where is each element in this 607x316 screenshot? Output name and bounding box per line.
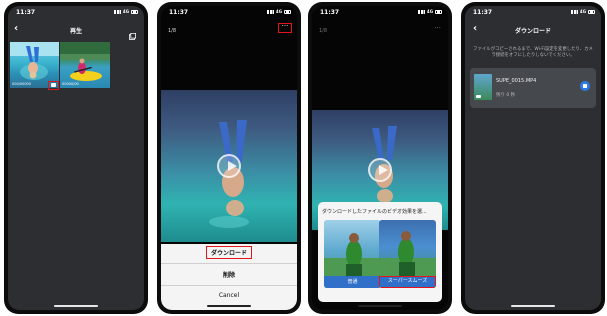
effect-dialog: ダウンロードしたファイルのビデオ効果を選... 普通 スーパースムーズ [318, 202, 442, 302]
cancel-option[interactable]: Cancel [161, 292, 297, 299]
network-label: 4G [275, 9, 282, 14]
play-icon[interactable] [368, 158, 392, 182]
photo-counter: 1/8 [168, 28, 177, 34]
thumb-label: 000/00000 [12, 82, 31, 86]
battery-icon [588, 9, 595, 14]
phone-menu: 11:37 4G 1/8 ··· ダウンロード 削除 Cancel [157, 2, 301, 314]
thumbnail-2[interactable]: 00000/00 [60, 42, 110, 88]
status-icons: 4G [266, 9, 291, 14]
network-label: 4G [579, 9, 586, 14]
download-warning: ファイルがコピーされるまで、Wi-Fi設定を変更したり、カメラ接続をオフにしたり… [473, 47, 593, 58]
status-time: 11:37 [320, 9, 340, 16]
divider [161, 263, 297, 264]
option-normal-label: 普通 [324, 276, 381, 288]
page-title: ダウンロード [514, 28, 551, 35]
home-indicator [511, 305, 555, 307]
time-remaining: 残り 0 秒 [496, 93, 516, 98]
divider [161, 285, 297, 286]
download-option[interactable]: ダウンロード [161, 246, 297, 260]
video-icon [51, 83, 56, 87]
home-indicator [358, 305, 402, 307]
option-normal[interactable]: 普通 [324, 220, 381, 288]
dialog-title: ダウンロードしたファイルのビデオ効果を選... [322, 209, 427, 215]
screen-download: 11:37 4G ‹ ダウンロード ファイルがコピーされるまで、Wi-Fi設定を… [465, 6, 601, 310]
status-icons: 4G [113, 9, 138, 14]
phone-download: 11:37 4G ‹ ダウンロード ファイルがコピーされるまで、Wi-Fi設定を… [461, 2, 605, 314]
status-time: 11:37 [16, 9, 36, 16]
delete-option[interactable]: 削除 [161, 270, 297, 279]
home-indicator [207, 305, 251, 307]
page-title: 再生 [69, 28, 82, 35]
option-super-smooth-label: スーパースムーズ [379, 276, 436, 288]
network-label: 4G [426, 9, 433, 14]
battery-icon [435, 9, 442, 14]
photo-counter: 1/8 [319, 28, 328, 34]
file-thumbnail [474, 74, 492, 100]
thumb-label: 00000/00 [62, 82, 79, 86]
download-icon[interactable] [129, 25, 137, 40]
home-indicator [54, 305, 98, 307]
status-bar: 11:37 4G [161, 6, 297, 18]
download-item: SUPE_0015.MP4 残り 0 秒 [470, 68, 596, 108]
status-bar: 11:37 4G [465, 6, 601, 18]
play-icon[interactable] [217, 154, 241, 178]
status-time: 11:37 [169, 9, 189, 16]
option-super-smooth[interactable]: スーパースムーズ [379, 220, 436, 288]
phone-playback: 11:37 4G ‹ 再生 000/00000 00000/00 [4, 2, 148, 314]
file-name: SUPE_0015.MP4 [496, 78, 537, 84]
status-icons: 4G [417, 9, 442, 14]
action-sheet: ダウンロード 削除 Cancel [161, 244, 297, 310]
battery-icon [131, 9, 138, 14]
video-icon [476, 95, 481, 98]
battery-icon [284, 9, 291, 14]
phone-effect: 11:37 4G 1/8 ··· ダウンロードしたファイルのビデオ効果を選... [308, 2, 452, 314]
screen-effect: 11:37 4G 1/8 ··· ダウンロードしたファイルのビデオ効果を選... [312, 6, 448, 310]
option-super-smooth-text: スーパースムーズ [387, 278, 428, 284]
status-icons: 4G [570, 9, 595, 14]
download-option-label: ダウンロード [205, 246, 252, 259]
video-preview[interactable] [161, 90, 297, 242]
status-bar: 11:37 4G [8, 6, 144, 18]
network-label: 4G [122, 9, 129, 14]
more-icon[interactable]: ··· [278, 23, 292, 33]
screen-playback: 11:37 4G ‹ 再生 000/00000 00000/00 [8, 6, 144, 310]
more-icon[interactable]: ··· [434, 24, 441, 32]
status-bar: 11:37 4G [312, 6, 448, 18]
status-time: 11:37 [473, 9, 493, 16]
stop-icon[interactable] [580, 81, 590, 91]
screen-menu: 11:37 4G 1/8 ··· ダウンロード 削除 Cancel [161, 6, 297, 310]
